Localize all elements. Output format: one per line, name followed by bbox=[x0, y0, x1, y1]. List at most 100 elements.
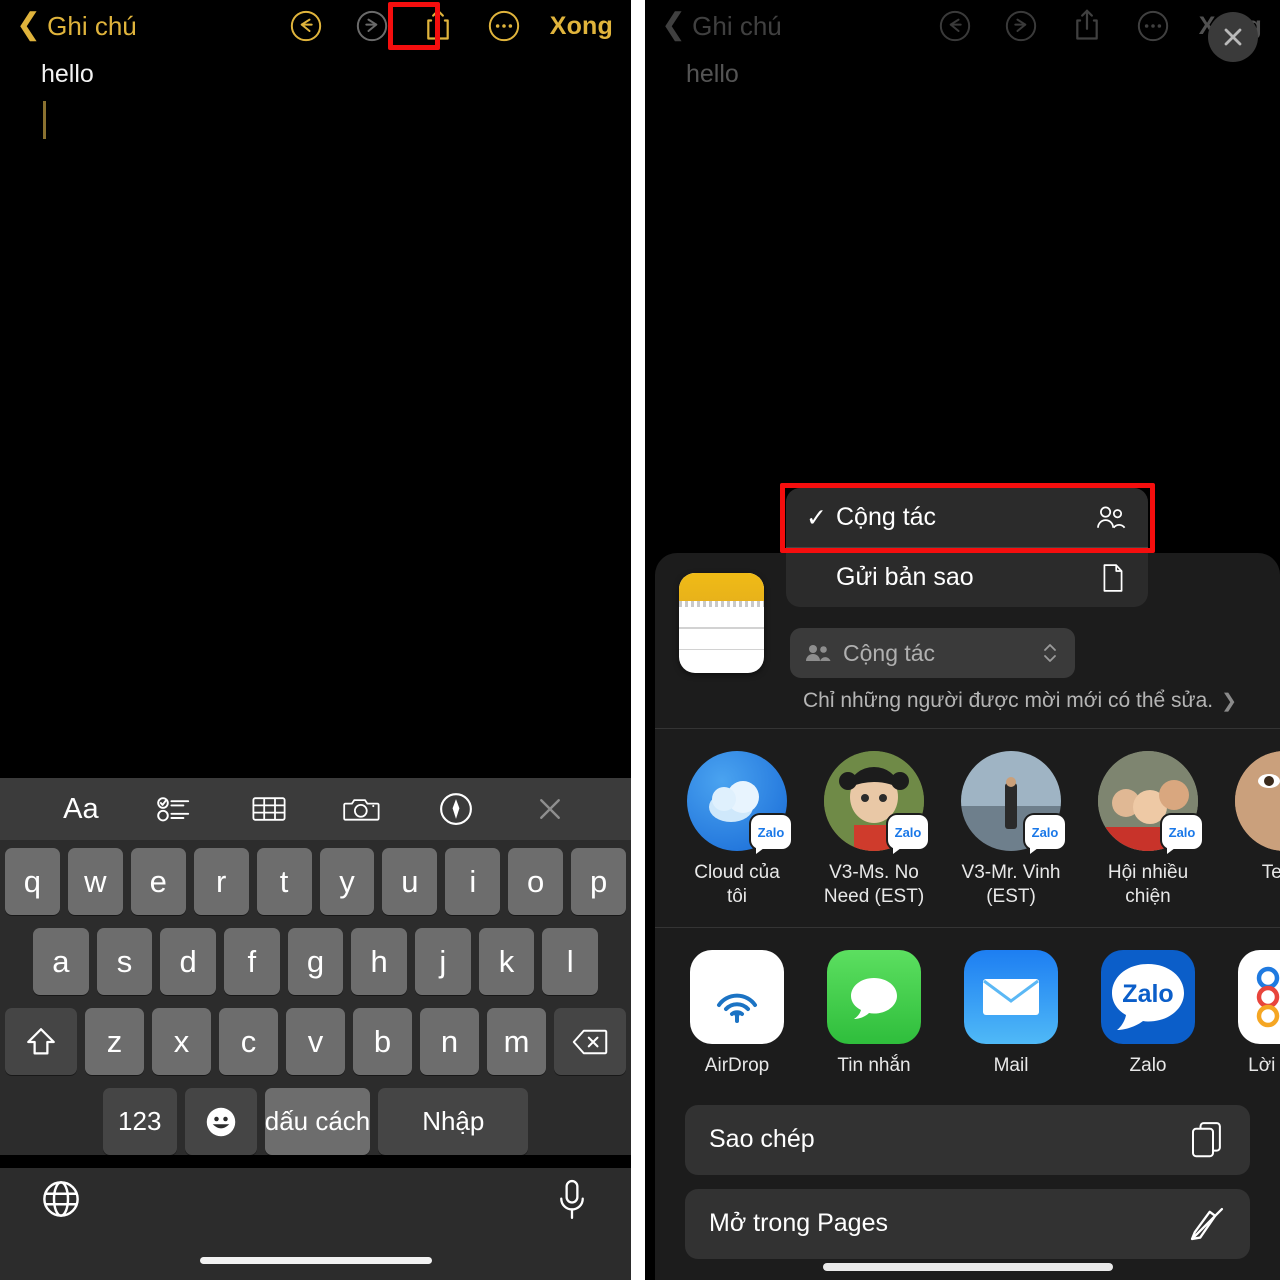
key-a[interactable]: a bbox=[32, 928, 89, 995]
contact-name: Hội nhiều chiện bbox=[1107, 862, 1189, 907]
markup-pen-icon[interactable] bbox=[429, 786, 483, 832]
collab-pill-label: Cộng tác bbox=[843, 639, 936, 666]
checklist-icon[interactable] bbox=[148, 786, 202, 832]
key-s[interactable]: s bbox=[96, 928, 153, 995]
enter-key[interactable]: Nhập bbox=[378, 1088, 529, 1155]
key-o[interactable]: o bbox=[508, 848, 564, 915]
key-k[interactable]: k bbox=[478, 928, 535, 995]
contact-item[interactable]: Zalo V3-Mr. Vinh (EST) bbox=[959, 751, 1065, 909]
undo-icon[interactable] bbox=[935, 6, 975, 46]
more-options-icon[interactable] bbox=[1133, 6, 1173, 46]
key-j[interactable]: j bbox=[415, 928, 471, 995]
pages-icon bbox=[1190, 1207, 1224, 1240]
key-z[interactable]: z bbox=[85, 1008, 144, 1075]
backspace-icon[interactable] bbox=[554, 1008, 626, 1075]
note-body[interactable]: hello bbox=[0, 58, 631, 139]
app-name: AirDrop bbox=[704, 1054, 770, 1076]
app-item[interactable]: Lời nhắc bbox=[1233, 949, 1280, 1077]
app-name: Zalo bbox=[1129, 1054, 1167, 1076]
screenshot-stage: ❮ Ghi chú Xong hello Aa q w e r t y u i … bbox=[0, 0, 1280, 1280]
key-f[interactable]: f bbox=[224, 928, 280, 995]
space-key[interactable]: dấu cách bbox=[264, 1088, 371, 1155]
contacts-row[interactable]: Zalo Cloud của tôi Zalo V3-Ms. No Need (… bbox=[655, 729, 1280, 927]
key-q[interactable]: q bbox=[4, 848, 60, 915]
apps-row[interactable]: AirDrop Tin nhắn Mail Zalo Zalo Lời bbox=[655, 928, 1280, 1095]
contact-item[interactable]: Zalo Hội nhiều chiện bbox=[1096, 751, 1202, 909]
action-open-in-pages[interactable]: Mở trong Pages bbox=[685, 1188, 1250, 1259]
notes-document-thumbnail bbox=[679, 573, 764, 673]
app-name: Mail bbox=[993, 1054, 1029, 1076]
avatar: Zalo bbox=[1098, 751, 1202, 854]
key-c[interactable]: c bbox=[219, 1008, 278, 1075]
home-indicator bbox=[822, 1263, 1113, 1271]
key-m[interactable]: m bbox=[487, 1008, 546, 1075]
avatar-head bbox=[1006, 777, 1016, 787]
app-item[interactable]: Mail bbox=[959, 949, 1063, 1077]
menu-item-send-copy[interactable]: Gửi bản sao bbox=[786, 548, 1148, 607]
contact-item[interactable]: Zalo Cloud của tôi bbox=[685, 751, 791, 909]
key-r[interactable]: r bbox=[193, 848, 249, 915]
note-text: hello bbox=[41, 60, 94, 88]
key-g[interactable]: g bbox=[287, 928, 344, 995]
microphone-icon[interactable] bbox=[553, 1178, 591, 1229]
redo-icon[interactable] bbox=[352, 6, 392, 46]
undo-icon[interactable] bbox=[286, 6, 326, 46]
keyboard-format-toolbar: Aa bbox=[0, 778, 631, 840]
key-u[interactable]: u bbox=[382, 848, 438, 915]
redo-icon[interactable] bbox=[1001, 6, 1041, 46]
key-w[interactable]: w bbox=[67, 848, 123, 915]
action-label: Mở trong Pages bbox=[709, 1209, 888, 1237]
done-button[interactable]: Xong bbox=[550, 12, 613, 41]
zalo-icon: Zalo bbox=[1101, 949, 1195, 1044]
copy-icon bbox=[1192, 1121, 1221, 1157]
contact-name: V3-Ms. No Need (EST) bbox=[823, 862, 925, 907]
format-aa-icon[interactable]: Aa bbox=[54, 786, 108, 832]
app-item[interactable]: Tin nhắn bbox=[822, 949, 926, 1077]
key-i[interactable]: i bbox=[445, 848, 501, 915]
airdrop-icon bbox=[690, 949, 784, 1044]
avatar-figure bbox=[1005, 783, 1017, 829]
key-d[interactable]: d bbox=[160, 928, 216, 995]
thumb-line bbox=[679, 627, 764, 629]
zalo-badge: Zalo bbox=[1162, 815, 1202, 854]
avatar: Zalo bbox=[687, 751, 791, 854]
key-n[interactable]: n bbox=[420, 1008, 479, 1075]
keyboard-keys: q w e r t y u i o p a s d f g h j k l z … bbox=[0, 840, 631, 1155]
share-icon[interactable] bbox=[1067, 6, 1107, 46]
emoji-icon[interactable] bbox=[184, 1088, 257, 1155]
key-p[interactable]: p bbox=[571, 848, 627, 915]
contact-name: Cloud của tôi bbox=[694, 862, 780, 907]
close-icon[interactable] bbox=[523, 786, 577, 832]
key-x[interactable]: x bbox=[152, 1008, 211, 1075]
key-e[interactable]: e bbox=[130, 848, 186, 915]
shift-icon[interactable] bbox=[5, 1008, 77, 1075]
collaborate-option-pill[interactable]: Cộng tác bbox=[790, 628, 1075, 678]
camera-icon[interactable] bbox=[335, 786, 389, 832]
key-t[interactable]: t bbox=[256, 848, 312, 915]
app-item[interactable]: Zalo Zalo bbox=[1096, 949, 1200, 1077]
globe-icon[interactable] bbox=[40, 1178, 82, 1225]
action-copy[interactable]: Sao chép bbox=[685, 1104, 1250, 1175]
document-icon bbox=[1103, 563, 1123, 592]
key-y[interactable]: y bbox=[319, 848, 375, 915]
thumb-top-bar bbox=[679, 573, 764, 601]
table-icon[interactable] bbox=[242, 786, 296, 832]
app-item[interactable]: AirDrop bbox=[685, 949, 789, 1077]
highlight-box-share-button bbox=[388, 2, 440, 50]
contact-item[interactable]: Team bbox=[1233, 751, 1280, 909]
key-l[interactable]: l bbox=[542, 928, 599, 995]
right-phone-screen: ❮ Ghi chú hello Cộng tác Chỉ những người… bbox=[645, 0, 1280, 1280]
note-body-right: hello bbox=[645, 58, 1280, 91]
more-options-icon[interactable] bbox=[484, 6, 524, 46]
share-sheet: Cộng tác Chỉ những người được mời mới có… bbox=[655, 553, 1280, 1280]
zalo-badge: Zalo bbox=[888, 815, 928, 854]
permission-row[interactable]: Chỉ những người được mời mới có thể sửa.… bbox=[785, 689, 1255, 713]
contact-item[interactable]: Zalo V3-Ms. No Need (EST) bbox=[822, 751, 928, 909]
permission-text: Chỉ những người được mời mới có thể sửa. bbox=[802, 689, 1214, 712]
close-share-sheet-button[interactable] bbox=[1208, 12, 1258, 62]
key-h[interactable]: h bbox=[351, 928, 408, 995]
numbers-key[interactable]: 123 bbox=[102, 1088, 177, 1155]
key-b[interactable]: b bbox=[353, 1008, 412, 1075]
key-v[interactable]: v bbox=[286, 1008, 345, 1075]
keyboard-row-2: a s d f g h j k l bbox=[5, 928, 626, 995]
